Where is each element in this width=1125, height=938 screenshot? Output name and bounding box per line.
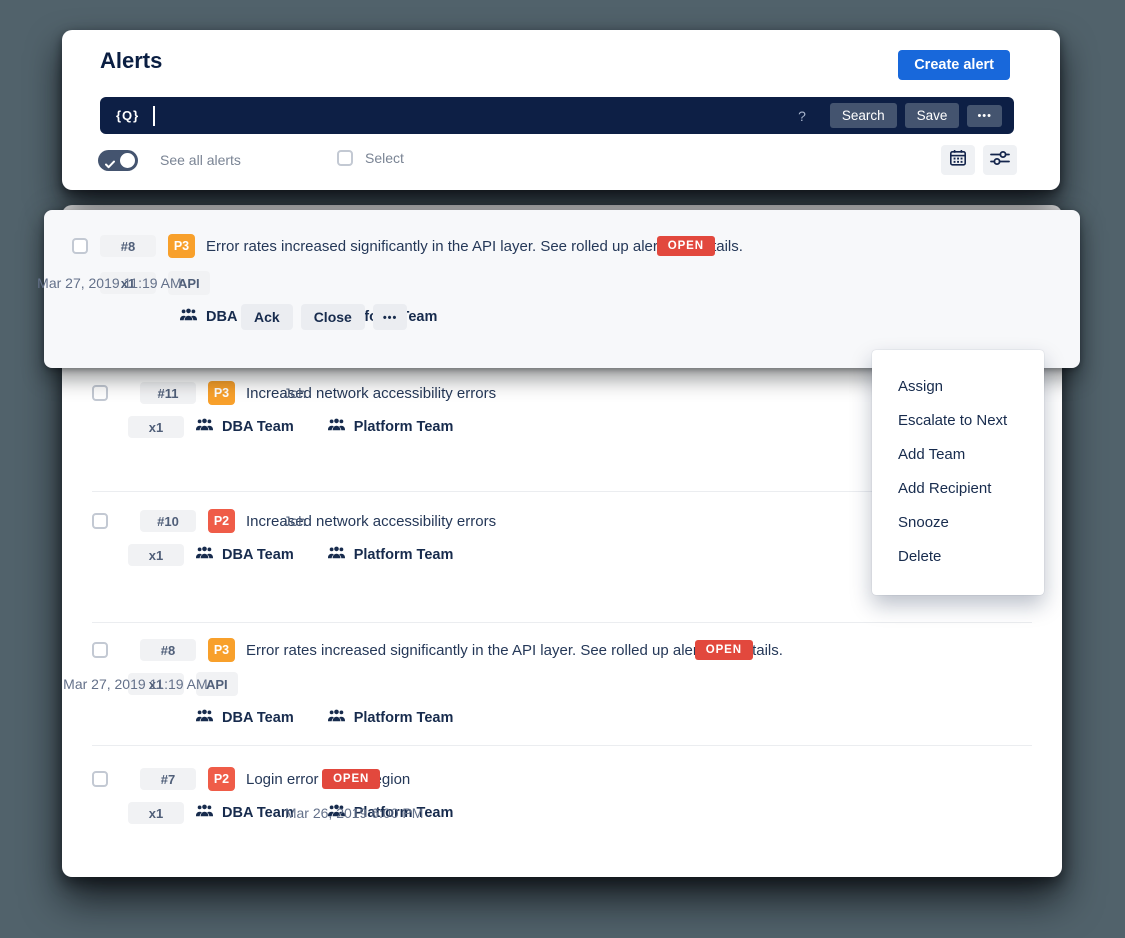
filter-toolbar: See all alerts Select (98, 143, 1017, 179)
toggle-knob (120, 153, 135, 168)
users-icon (180, 308, 197, 326)
alert-count-badge: x1 (128, 802, 184, 824)
alert-timestamp: Mar 27, 2019 11:19 AM (63, 676, 208, 692)
calendar-icon (949, 149, 967, 172)
menu-item-add-team[interactable]: Add Team (872, 437, 1044, 471)
alert-id-badge: #10 (140, 510, 196, 532)
alert-count-badge: x1 (128, 544, 184, 566)
alert-id-badge: #8 (140, 639, 196, 661)
team-chip[interactable]: Platform Team (328, 709, 454, 727)
team-chip[interactable]: DBA Team (196, 804, 294, 822)
menu-item-delete[interactable]: Delete (872, 539, 1044, 573)
row-checkbox[interactable] (92, 513, 108, 529)
team-name: DBA Team (222, 419, 294, 435)
users-icon (328, 546, 345, 564)
team-name: DBA Team (222, 710, 294, 726)
alert-id-badge: #7 (140, 768, 196, 790)
alert-timestamp: Mar 26, 2019 6:00 PM (285, 805, 424, 821)
users-icon (196, 418, 213, 436)
priority-badge: P2 (208, 767, 235, 791)
select-label: Select (365, 150, 404, 166)
row-checkbox[interactable] (92, 771, 108, 787)
search-button[interactable]: Search (830, 103, 897, 128)
priority-badge: P2 (208, 509, 235, 533)
focused-alert-card[interactable]: #8 P3 Error rates increased significantl… (44, 210, 1080, 368)
status-badge: OPEN (657, 236, 715, 256)
status-badge: OPEN (695, 640, 753, 660)
team-chip[interactable]: DBA Team (196, 546, 294, 564)
alerts-page: Alerts Create alert {Q} ? Search Save ••… (0, 0, 1125, 938)
team-chip[interactable]: Platform Team (328, 546, 454, 564)
close-button[interactable]: Close (301, 304, 365, 330)
see-all-alerts-toggle[interactable] (98, 150, 138, 171)
team-name: Platform Team (354, 419, 454, 435)
alert-id-badge: #11 (140, 382, 196, 404)
ack-button[interactable]: Ack (241, 304, 293, 330)
menu-item-snooze[interactable]: Snooze (872, 505, 1044, 539)
create-alert-button[interactable]: Create alert (898, 50, 1010, 80)
users-icon (328, 418, 345, 436)
menu-item-add-recipient[interactable]: Add Recipient (872, 471, 1044, 505)
save-search-button[interactable]: Save (905, 103, 960, 128)
row-checkbox[interactable] (92, 642, 108, 658)
alert-teams: DBA Team Platform Team (196, 418, 453, 436)
users-icon (196, 804, 213, 822)
menu-item-assign[interactable]: Assign (872, 369, 1044, 403)
see-all-alerts-label: See all alerts (160, 152, 241, 168)
row-checkbox[interactable] (92, 385, 108, 401)
page-title: Alerts (100, 48, 162, 74)
alert-id-badge: #8 (100, 235, 156, 257)
select-checkbox[interactable] (337, 150, 353, 166)
users-icon (328, 709, 345, 727)
alert-timestamp: Mar 27, 2019 11:19 AM (37, 275, 182, 291)
alert-owner-partial: Joh (284, 385, 307, 401)
users-icon (196, 546, 213, 564)
search-more-button[interactable]: ••• (967, 105, 1002, 127)
sliders-icon (990, 150, 1010, 171)
team-name: Platform Team (354, 710, 454, 726)
priority-badge: P3 (208, 381, 235, 405)
text-cursor (153, 106, 155, 126)
team-name: DBA Team (222, 547, 294, 563)
check-icon (105, 156, 115, 174)
select-mode-control: Select (337, 150, 404, 166)
team-chip[interactable]: Platform Team (328, 418, 454, 436)
alert-row[interactable]: #8 P3 Error rates increased significantl… (62, 622, 1062, 745)
priority-badge: P3 (168, 234, 195, 258)
search-query-input[interactable]: {Q} ? Search Save ••• (100, 97, 1014, 134)
team-name: DBA Team (222, 805, 294, 821)
team-chip[interactable]: DBA Team (196, 418, 294, 436)
search-help-link[interactable]: ? (798, 108, 806, 124)
status-badge: OPEN (322, 769, 380, 789)
team-name: Platform Team (354, 547, 454, 563)
alert-row[interactable]: #7 P2 Login error on EU region OPEN x1 D… (62, 745, 1062, 877)
users-icon (196, 709, 213, 727)
alert-teams: DBA Team Platform Team (196, 546, 453, 564)
header-panel: Alerts Create alert {Q} ? Search Save ••… (62, 30, 1060, 190)
date-range-button[interactable] (941, 145, 975, 175)
row-checkbox[interactable] (72, 238, 88, 254)
alert-owner-partial: Joh (284, 513, 307, 529)
priority-badge: P3 (208, 638, 235, 662)
query-syntax-icon: {Q} (116, 108, 139, 123)
alert-actions: Ack Close ••• (241, 304, 407, 330)
alert-actions-menu: Assign Escalate to Next Add Team Add Rec… (872, 350, 1044, 595)
team-chip[interactable]: DBA Team (196, 709, 294, 727)
alert-teams: DBA Team Platform Team (196, 709, 453, 727)
alert-count-badge: x1 (128, 416, 184, 438)
list-settings-button[interactable] (983, 145, 1017, 175)
menu-item-escalate[interactable]: Escalate to Next (872, 403, 1044, 437)
more-actions-button[interactable]: ••• (373, 304, 408, 330)
